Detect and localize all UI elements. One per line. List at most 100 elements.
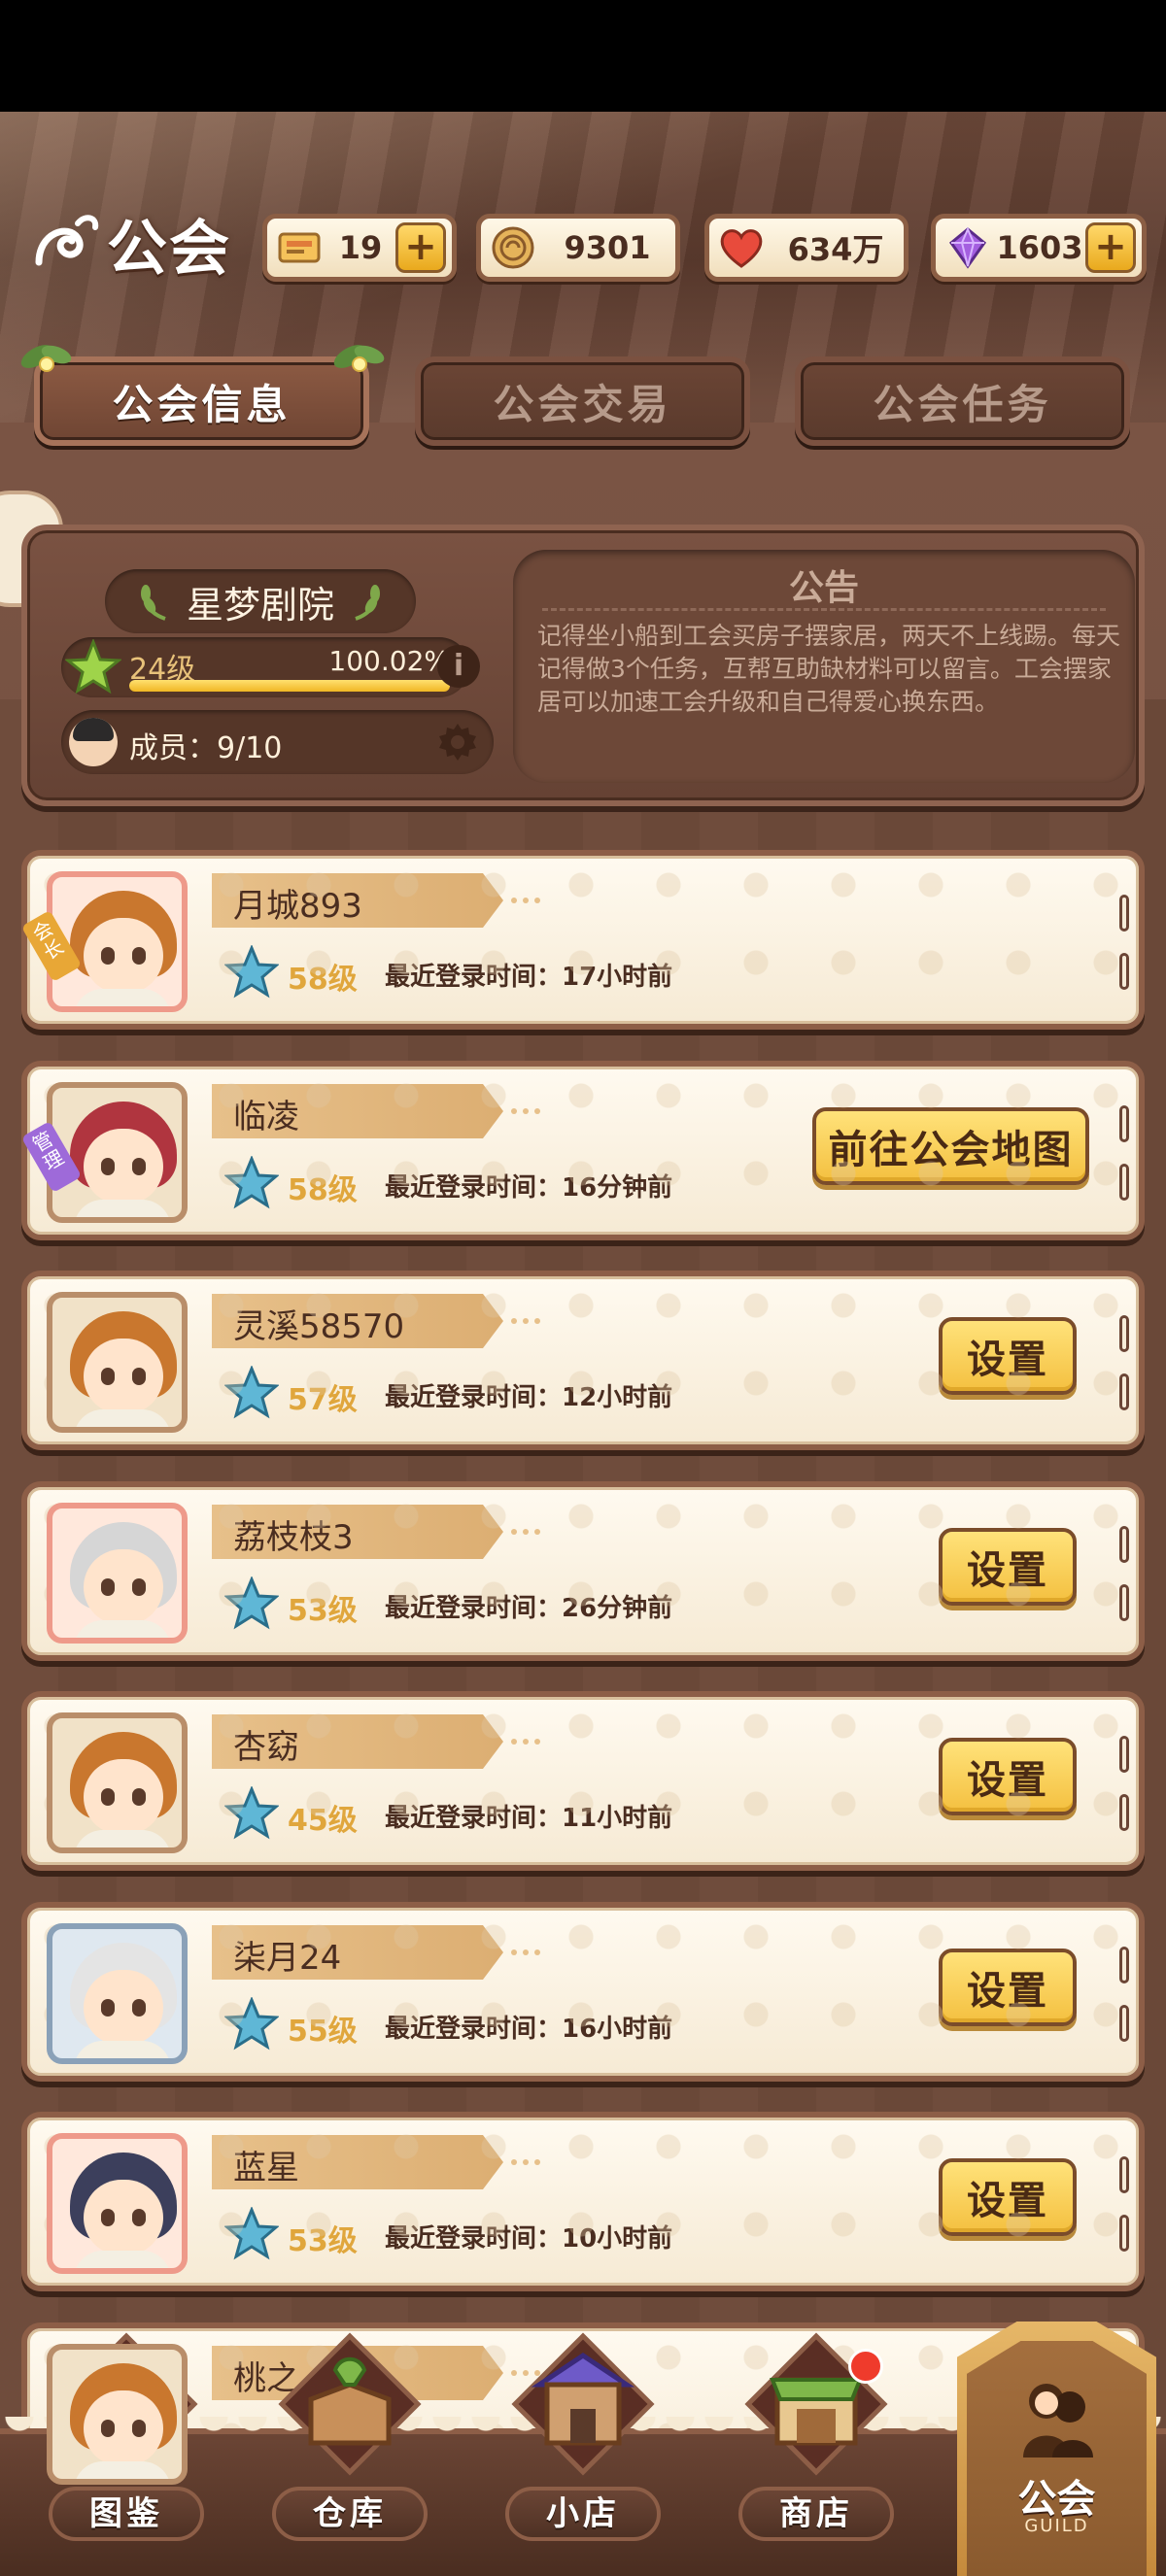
avatar-face <box>84 1129 163 1204</box>
card-peg <box>1119 1736 1129 1773</box>
member-name: 蓝星 <box>233 2149 299 2187</box>
ribbon-dots-icon <box>511 1318 540 1324</box>
green-star-icon <box>65 639 121 695</box>
leaf-decoration-icon <box>20 345 72 372</box>
ribbon-dots-icon <box>511 1529 540 1535</box>
nav-encyclopedia-label: 图鉴 <box>49 2487 204 2541</box>
member-settings-button[interactable]: 设置 <box>939 1528 1077 1606</box>
gem-counter: 1603 + <box>931 214 1147 282</box>
ribbon-dots-icon <box>511 2159 540 2165</box>
avatar-eye <box>132 2420 146 2437</box>
avatar-body <box>74 1830 171 1847</box>
heart-icon <box>715 221 768 274</box>
card-peg <box>1119 1947 1129 1983</box>
member-avatar[interactable] <box>47 1292 188 1433</box>
info-icon[interactable]: i <box>437 645 480 688</box>
nav-warehouse[interactable]: 仓库 <box>253 2326 447 2550</box>
member-name: 荔枝枝3 <box>233 1518 354 1557</box>
member-level: 55级 <box>288 2015 358 2049</box>
nav-warehouse-label: 仓库 <box>272 2487 428 2541</box>
gear-icon[interactable] <box>435 720 480 764</box>
member-settings-button[interactable]: 设置 <box>939 1738 1077 1815</box>
heart-counter: 634万 <box>704 214 909 282</box>
member-level: 45级 <box>288 1804 358 1838</box>
ribbon-dots-icon <box>511 1108 540 1114</box>
member-last-login: 最近登录时间：12小时前 <box>385 1383 673 1412</box>
avatar-face <box>84 1549 163 1625</box>
member-card: 管理 临凌 58级 最近登录时间：16分钟前 前往公会地图 <box>20 1061 1145 1240</box>
gem-add-button[interactable]: + <box>1085 222 1136 273</box>
member-level: 57级 <box>288 1383 358 1417</box>
avatar-eye <box>101 1158 115 1175</box>
notice-title: 公告 <box>788 568 859 608</box>
guild-progress-text: 100.02% <box>328 645 450 677</box>
member-last-login: 最近登录时间：11小时前 <box>385 1804 673 1833</box>
avatar-face <box>84 1759 163 1835</box>
nav-small-shop-label: 小店 <box>505 2487 661 2541</box>
avatar-eye <box>132 1999 146 2017</box>
member-card: 荔枝枝3 53级 最近登录时间：26分钟前 设置 <box>21 1481 1145 1661</box>
member-settings-button[interactable]: 设置 <box>939 1317 1077 1395</box>
ticket-add-button[interactable]: + <box>395 222 446 273</box>
ticket-counter: 19 + <box>262 214 457 282</box>
tab-guild-trade[interactable]: 公会交易 <box>415 356 750 446</box>
gem-value: 1603 <box>996 229 1083 266</box>
tab-guild-info[interactable]: 公会信息 <box>34 356 369 446</box>
laurel-right-icon <box>355 585 380 621</box>
member-avatar[interactable] <box>47 1503 188 1644</box>
gem-icon <box>942 221 994 274</box>
guild-members-count: 成员：9/10 <box>61 710 494 774</box>
blue-star-icon <box>224 1576 279 1630</box>
member-avatar[interactable] <box>47 1923 188 2064</box>
member-card: 灵溪58570 57级 最近登录时间：12小时前 设置 <box>21 1271 1145 1450</box>
avatar-eye <box>101 1788 115 1806</box>
blue-star-icon <box>224 1156 279 1209</box>
avatar-eye <box>101 1578 115 1596</box>
avatar-face <box>84 1970 163 2046</box>
blue-star-icon <box>224 1366 279 1419</box>
member-settings-button[interactable]: 设置 <box>939 1949 1077 2026</box>
member-last-login: 最近登录时间：10小时前 <box>385 2224 673 2254</box>
blue-star-icon <box>224 945 279 999</box>
member-name: 临凌 <box>233 1098 299 1136</box>
avatar-eye <box>132 1158 146 1175</box>
card-peg <box>1119 1164 1129 1201</box>
member-avatar[interactable] <box>47 1712 188 1853</box>
small-shop-icon <box>511 2332 655 2476</box>
member-avatar[interactable] <box>47 2133 188 2274</box>
member-avatar-icon <box>69 718 118 766</box>
member-settings-button[interactable]: 设置 <box>939 2158 1077 2236</box>
member-level: 53级 <box>288 1594 358 1628</box>
tab-guild-tasks[interactable]: 公会任务 <box>795 356 1130 446</box>
nav-small-shop[interactable]: 小店 <box>486 2326 680 2550</box>
avatar-eye <box>132 2209 146 2226</box>
member-card: 蓝星 53级 最近登录时间：10小时前 设置 <box>21 2112 1145 2291</box>
avatar-body <box>74 1200 171 1217</box>
blue-star-icon <box>224 1997 279 2051</box>
guild-progress-fill <box>129 680 450 692</box>
card-peg <box>1119 953 1129 990</box>
nav-guild[interactable]: 公会 GUILD <box>957 2322 1156 2576</box>
nav-store[interactable]: 商店 <box>719 2326 913 2550</box>
avatar-eye <box>101 1999 115 2017</box>
card-peg <box>1119 1526 1129 1563</box>
member-avatar[interactable] <box>47 2344 188 2485</box>
card-peg <box>1119 1794 1129 1831</box>
nav-guild-sub: GUILD <box>1024 2516 1089 2536</box>
guild-members-icon <box>1023 2384 1093 2457</box>
go-guild-map-button[interactable]: 前往公会地图 <box>812 1107 1089 1185</box>
page-title: 公会 <box>29 199 231 287</box>
nav-store-label: 商店 <box>738 2487 894 2541</box>
avatar-body <box>74 1409 171 1427</box>
heart-value: 634万 <box>787 231 884 268</box>
avatar-face <box>84 2180 163 2255</box>
ribbon-dots-icon <box>511 898 540 903</box>
guild-info-panel: 星梦剧院 24级 100.02% i 成员：9/10 公告 记得坐小船到工会买房… <box>21 525 1145 806</box>
page-title-text: 公会 <box>107 213 232 284</box>
card-peg <box>1119 2156 1129 2193</box>
notice-text: 记得坐小船到工会买房子摆家居，两天不上线踢。每天记得做3个任务，互帮互助缺材料可… <box>537 622 1121 716</box>
member-last-login: 最近登录时间：17小时前 <box>385 963 673 992</box>
card-peg <box>1119 1315 1129 1352</box>
card-peg <box>1119 2005 1129 2042</box>
member-card: 柒月24 55级 最近登录时间：16小时前 设置 <box>21 1902 1145 2082</box>
